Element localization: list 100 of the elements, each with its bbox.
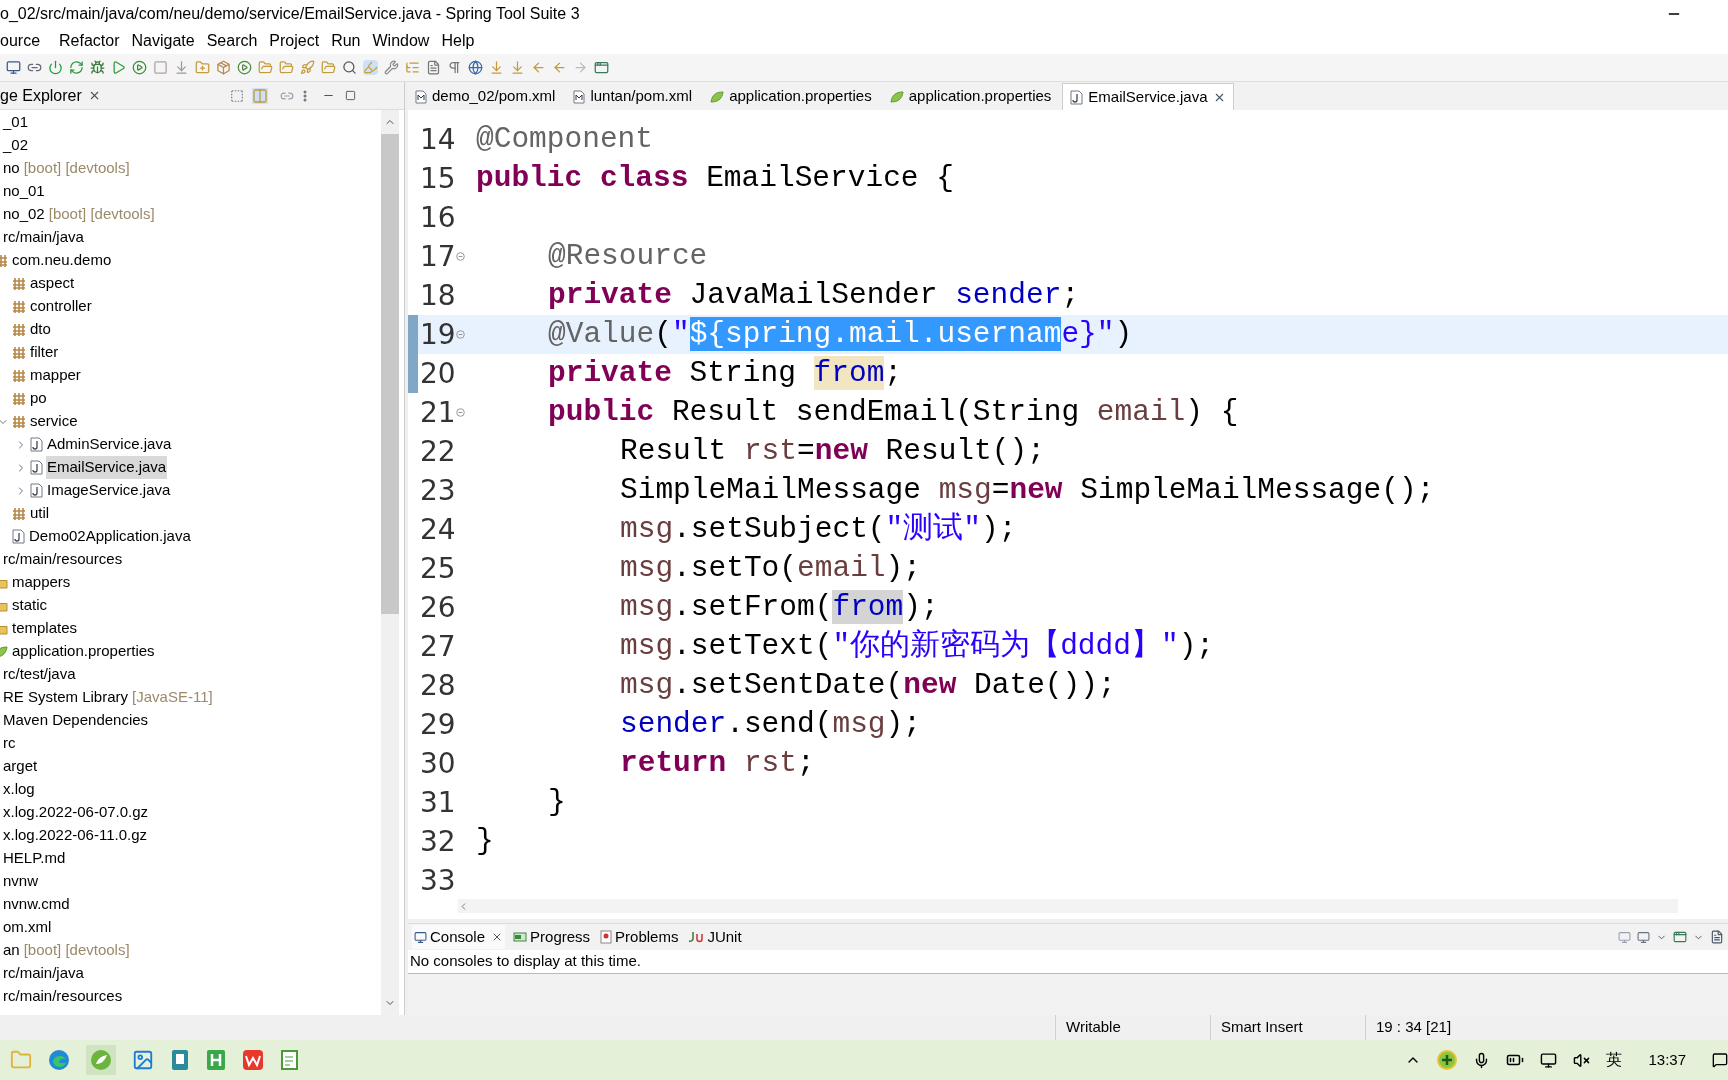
last-edit-icon[interactable]	[531, 60, 546, 75]
tree-item[interactable]: x.log	[2, 778, 36, 801]
tree-item[interactable]: dto	[29, 318, 52, 341]
tree-item[interactable]: om.xml	[2, 916, 53, 939]
tree-item[interactable]: an	[2, 939, 21, 962]
editor-app-icon[interactable]	[206, 1049, 226, 1071]
tree-item[interactable]: rc/main/resources	[2, 985, 124, 1008]
launch-icon[interactable]	[237, 60, 252, 75]
tree-item[interactable]: no_02	[2, 203, 46, 226]
tree-item[interactable]: rc	[2, 732, 17, 755]
tree-item[interactable]: rc/test/java	[2, 663, 77, 686]
wrench-icon[interactable]	[384, 60, 399, 75]
tree-item[interactable]: com.neu.demo	[11, 249, 113, 272]
horizontal-scrollbar[interactable]	[458, 899, 1678, 913]
view-tab[interactable]: Problems	[598, 925, 681, 949]
monitor-icon[interactable]	[6, 60, 21, 75]
view-tab[interactable]: JUnit	[686, 925, 744, 949]
new-folder-icon[interactable]	[195, 60, 210, 75]
tree-item[interactable]: rc/main/java	[2, 962, 85, 985]
power-icon[interactable]	[48, 60, 63, 75]
open-type-icon[interactable]	[279, 60, 294, 75]
bug-icon[interactable]	[90, 60, 105, 75]
tree-item[interactable]: Demo02Application.java	[28, 525, 192, 548]
fold-icon[interactable]	[456, 408, 465, 417]
tree-item[interactable]: arget	[2, 755, 39, 778]
notebook-icon[interactable]	[170, 1049, 190, 1071]
menu-item[interactable]: ource	[0, 29, 41, 53]
tree-item[interactable]: AdminService.java	[46, 433, 173, 456]
tree-item[interactable]: static	[11, 594, 48, 617]
tree-item[interactable]: no	[2, 157, 21, 180]
menu-item[interactable]: Navigate	[125, 29, 201, 53]
menu-item[interactable]: Refactor	[53, 29, 126, 53]
fold-icon[interactable]	[456, 330, 465, 339]
refresh-icon[interactable]	[69, 60, 84, 75]
package-icon[interactable]	[216, 60, 231, 75]
highlight-icon[interactable]	[363, 60, 378, 75]
tree-item[interactable]: service	[29, 410, 79, 433]
mute-icon[interactable]	[1573, 1051, 1591, 1069]
document-icon[interactable]	[426, 60, 441, 75]
open-folder-icon[interactable]	[258, 60, 273, 75]
input-method[interactable]: 英	[1606, 1048, 1623, 1072]
folder-icon[interactable]	[10, 1049, 32, 1071]
tree-item[interactable]: ImageService.java	[46, 479, 172, 502]
search-icon[interactable]	[342, 60, 357, 75]
tree-item[interactable]: rc/main/java	[2, 226, 85, 249]
tree-item[interactable]: rc/main/resources	[2, 548, 124, 571]
tree-item[interactable]: _02	[2, 134, 30, 157]
tree-icon[interactable]	[405, 60, 420, 75]
view-tab[interactable]: Progress	[511, 925, 593, 949]
run-config-icon[interactable]	[132, 60, 147, 75]
tree-item[interactable]: EmailService.java	[46, 456, 168, 479]
open-resource-icon[interactable]	[321, 60, 336, 75]
photos-icon[interactable]	[132, 1049, 154, 1071]
notepad-icon[interactable]	[280, 1049, 300, 1071]
menu-item[interactable]: Search	[200, 29, 264, 53]
browser-icon[interactable]	[48, 1049, 70, 1071]
pin-icon[interactable]	[1618, 930, 1631, 944]
fold-icon[interactable]	[456, 252, 465, 261]
tree-item[interactable]: mappers	[11, 571, 72, 594]
view-tab[interactable]: Console	[412, 925, 506, 949]
scrollbar[interactable]	[381, 110, 399, 1015]
tree-item[interactable]: application.properties	[11, 640, 156, 663]
maximize-icon[interactable]	[345, 90, 356, 101]
tree-item[interactable]: filter	[29, 341, 60, 364]
notification-icon[interactable]	[1712, 1052, 1728, 1068]
menu-item[interactable]: Project	[263, 29, 326, 53]
tree-item[interactable]: controller	[29, 295, 93, 318]
rocket-icon[interactable]	[300, 60, 315, 75]
next-annotation-icon[interactable]	[489, 60, 504, 75]
menu-item[interactable]: Window	[366, 29, 436, 53]
pilcrow-icon[interactable]	[447, 60, 462, 75]
editor-tab[interactable]: luntan/pom.xml	[566, 83, 700, 110]
tree-item[interactable]: util	[29, 502, 51, 525]
back-icon[interactable]	[552, 60, 567, 75]
open-console-icon[interactable]	[1673, 930, 1687, 944]
perspective-icon[interactable]	[594, 60, 609, 75]
clock[interactable]: 13:37	[1648, 1048, 1686, 1072]
tree-item[interactable]: Maven Dependencies	[2, 709, 150, 732]
menu-item[interactable]: Help	[435, 29, 481, 53]
active-app-icon[interactable]	[86, 1045, 116, 1075]
tree-item[interactable]: nvnw	[2, 870, 40, 893]
tree-item[interactable]: aspect	[29, 272, 76, 295]
tray-app-icon[interactable]	[1437, 1050, 1458, 1070]
run-icon[interactable]	[111, 60, 126, 75]
display-console-icon[interactable]	[1637, 930, 1650, 944]
tree-item[interactable]: RE System Library	[2, 686, 130, 709]
editor-tab[interactable]: demo_02/pom.xml	[408, 83, 563, 110]
panel-tab[interactable]: ge Explorer	[0, 83, 82, 108]
copy-icon[interactable]	[1710, 930, 1724, 944]
tree-item[interactable]: po	[29, 387, 48, 410]
tree-item[interactable]: templates	[11, 617, 79, 640]
scrollbar-thumb[interactable]	[381, 134, 399, 614]
link-editor-icon[interactable]	[252, 87, 268, 104]
previous-annotation-icon[interactable]	[510, 60, 525, 75]
menu-item[interactable]: Run	[325, 29, 367, 53]
tree-item[interactable]: _01	[2, 111, 30, 134]
tree-item[interactable]: nvnw.cmd	[2, 893, 71, 916]
download-icon[interactable]	[174, 60, 189, 75]
tree-item[interactable]: HELP.md	[2, 847, 67, 870]
view-menu-icon[interactable]	[302, 88, 308, 103]
